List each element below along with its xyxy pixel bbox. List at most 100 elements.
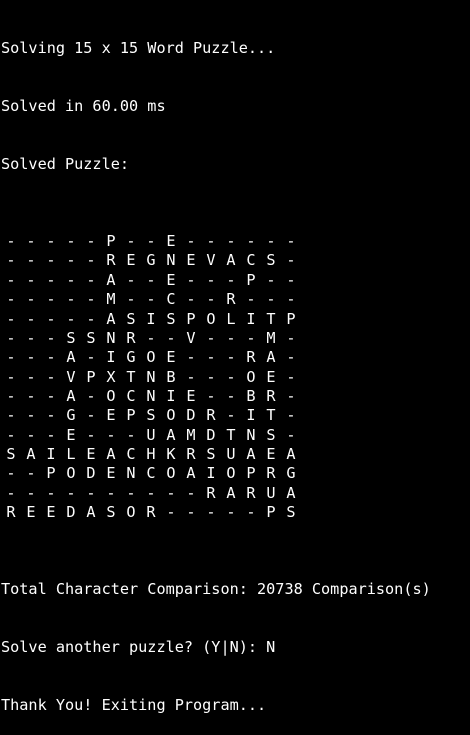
grid-cell: -: [146, 483, 156, 502]
grid-cell: -: [186, 270, 196, 289]
grid-row: ---G-EPSODR-IT-: [1, 406, 470, 425]
grid-cell: E: [266, 444, 276, 463]
grid-cell: -: [146, 232, 156, 251]
grid-cell: S: [266, 425, 276, 444]
grid-cell: T: [226, 425, 236, 444]
grid-cell: A: [166, 425, 176, 444]
grid-cell: -: [66, 309, 76, 328]
grid-cell: C: [246, 251, 256, 270]
status-line-solving: Solving 15 x 15 Word Puzzle...: [1, 38, 276, 57]
grid-row: SAILEACHKRSUAEA: [1, 445, 470, 464]
grid-cell: A: [286, 483, 296, 502]
grid-cell: S: [6, 444, 16, 463]
grid-cell: -: [266, 232, 276, 251]
terminal-output: Solving 15 x 15 Word Puzzle... Solved in…: [1, 0, 470, 715]
grid-cell: -: [106, 483, 116, 502]
grid-cell: -: [206, 290, 216, 309]
grid-cell: A: [106, 270, 116, 289]
grid-cell: -: [26, 483, 36, 502]
grid-cell: B: [246, 386, 256, 405]
grid-cell: -: [186, 367, 196, 386]
grid-cell: -: [46, 251, 56, 270]
grid-cell: M: [106, 290, 116, 309]
grid-cell: G: [146, 251, 156, 270]
word-puzzle-grid: -----P--E-----------REGNEVACS------A--E-…: [1, 232, 470, 522]
grid-cell: -: [126, 270, 136, 289]
grid-cell: -: [166, 328, 176, 347]
grid-cell: L: [66, 444, 76, 463]
grid-cell: -: [246, 502, 256, 521]
grid-cell: -: [6, 270, 16, 289]
grid-cell: -: [86, 232, 96, 251]
grid-row: -----P--E------: [1, 232, 470, 251]
grid-cell: O: [166, 464, 176, 483]
grid-cell: -: [186, 348, 196, 367]
grid-cell: E: [106, 406, 116, 425]
grid-cell: V: [206, 251, 216, 270]
grid-cell: T: [266, 406, 276, 425]
grid-cell: A: [66, 386, 76, 405]
grid-cell: I: [206, 464, 216, 483]
grid-cell: -: [206, 270, 216, 289]
grid-cell: S: [66, 328, 76, 347]
grid-cell: S: [106, 502, 116, 521]
grid-row: ---E---UAMDTNS-: [1, 426, 470, 445]
grid-cell: -: [26, 386, 36, 405]
grid-cell: M: [266, 328, 276, 347]
grid-cell: R: [246, 348, 256, 367]
grid-cell: -: [6, 328, 16, 347]
status-line-comparisons: Total Character Comparison: 20738 Compar…: [1, 580, 431, 599]
grid-cell: -: [26, 290, 36, 309]
grid-cell: -: [46, 348, 56, 367]
grid-cell: -: [46, 290, 56, 309]
grid-row: -----M--C--R---: [1, 290, 470, 309]
grid-cell: -: [6, 251, 16, 270]
grid-cell: -: [146, 290, 156, 309]
grid-cell: -: [246, 290, 256, 309]
grid-cell: R: [126, 328, 136, 347]
grid-cell: E: [26, 502, 36, 521]
grid-cell: R: [266, 464, 276, 483]
grid-cell: -: [126, 232, 136, 251]
grid-cell: -: [286, 406, 296, 425]
grid-cell: D: [206, 425, 216, 444]
grid-cell: R: [186, 444, 196, 463]
grid-row: --PODENCOAIOPRG: [1, 464, 470, 483]
grid-cell: A: [226, 251, 236, 270]
grid-cell: N: [106, 328, 116, 347]
grid-cell: S: [206, 444, 216, 463]
grid-cell: -: [226, 328, 236, 347]
grid-cell: N: [126, 464, 136, 483]
grid-cell: -: [86, 309, 96, 328]
grid-cell: P: [246, 464, 256, 483]
grid-cell: G: [66, 406, 76, 425]
grid-cell: N: [146, 386, 156, 405]
grid-cell: -: [26, 328, 36, 347]
grid-cell: -: [126, 290, 136, 309]
grid-cell: A: [66, 348, 76, 367]
grid-cell: -: [6, 425, 16, 444]
grid-cell: -: [206, 502, 216, 521]
grid-cell: -: [206, 367, 216, 386]
grid-cell: R: [206, 483, 216, 502]
grid-cell: -: [26, 425, 36, 444]
grid-cell: -: [246, 232, 256, 251]
grid-cell: -: [26, 270, 36, 289]
grid-cell: -: [66, 270, 76, 289]
grid-cell: V: [66, 367, 76, 386]
grid-cell: -: [286, 270, 296, 289]
grid-cell: T: [126, 367, 136, 386]
grid-cell: E: [126, 251, 136, 270]
grid-cell: U: [146, 425, 156, 444]
grid-cell: K: [166, 444, 176, 463]
grid-cell: H: [146, 444, 156, 463]
grid-cell: S: [86, 328, 96, 347]
grid-cell: -: [6, 309, 16, 328]
grid-cell: -: [226, 232, 236, 251]
grid-cell: I: [46, 444, 56, 463]
grid-cell: -: [6, 386, 16, 405]
grid-cell: -: [206, 386, 216, 405]
grid-cell: -: [86, 406, 96, 425]
grid-cell: -: [46, 367, 56, 386]
grid-cell: -: [46, 483, 56, 502]
